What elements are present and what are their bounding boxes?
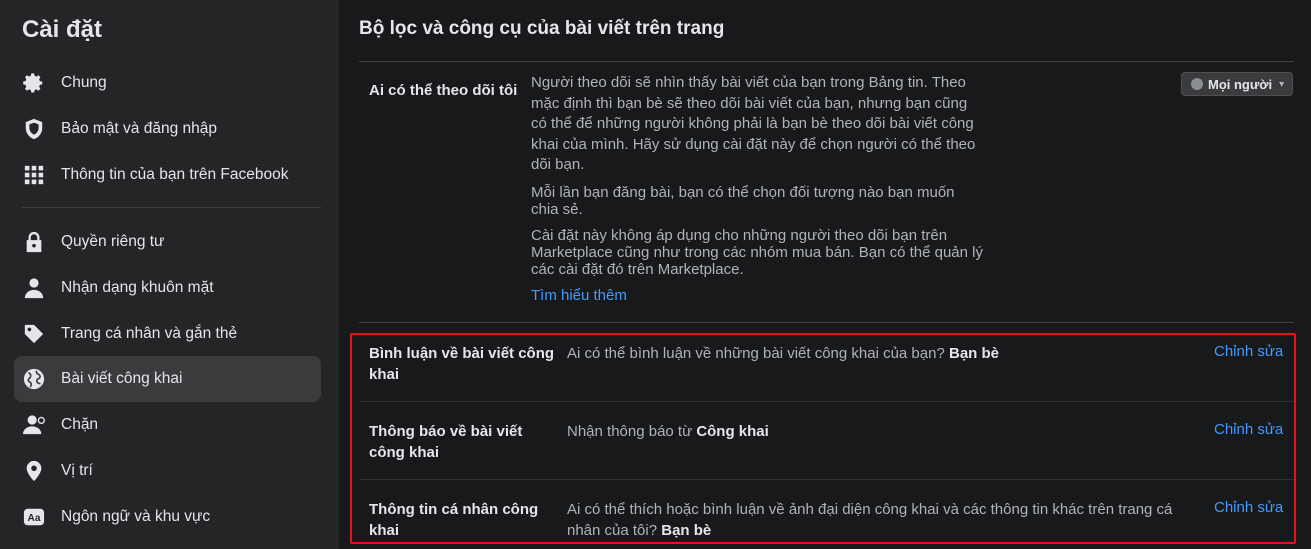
tag-icon — [22, 323, 46, 345]
edit-public-profile-info-button[interactable]: Chỉnh sửa — [1214, 499, 1283, 516]
lock-icon — [22, 231, 46, 253]
block-person-icon — [22, 414, 46, 436]
sidebar-item-label: Ngôn ngữ và khu vực — [61, 508, 211, 525]
globe-icon — [1191, 78, 1203, 90]
public-profile-info-value: Bạn bè — [661, 522, 712, 539]
sidebar-item-label: Quyền riêng tư — [61, 233, 165, 250]
follow-desc-paragraph-3: Cài đặt này không áp dụng cho những ngườ… — [531, 226, 983, 278]
sidebar-item-location[interactable]: Vị trí — [14, 448, 321, 494]
location-pin-icon — [22, 460, 46, 482]
follow-setting-label: Ai có thể theo dõi tôi — [369, 82, 518, 99]
settings-sidebar: Cài đặt Chung Bảo mật và đăng nhập Thông… — [0, 0, 339, 549]
sidebar-item-your-info[interactable]: Thông tin của bạn trên Facebook — [14, 152, 321, 198]
sidebar-item-security[interactable]: Bảo mật và đăng nhập — [14, 106, 321, 152]
gear-icon — [22, 72, 46, 94]
sidebar-item-label: Chung — [61, 74, 107, 91]
sidebar-item-label: Trang cá nhân và gắn thẻ — [61, 325, 238, 342]
sidebar-item-general[interactable]: Chung — [14, 60, 321, 106]
sidebar-divider — [22, 207, 321, 208]
sidebar-item-profile-tagging[interactable]: Trang cá nhân và gắn thẻ — [14, 311, 321, 357]
language-icon: Aa — [22, 506, 46, 528]
sidebar-item-label: Bài viết công khai — [61, 370, 183, 387]
public-post-notifications-value: Công khai — [696, 423, 769, 440]
public-post-notifications-description: Nhận thông báo từ Công khai — [567, 423, 769, 440]
follow-setting-description: Người theo dõi sẽ nhìn thấy bài viết của… — [531, 73, 986, 306]
section-divider — [359, 322, 1294, 323]
public-comments-label: Bình luận về bài viết công khai — [369, 345, 555, 383]
public-comments-value: Bạn bè — [948, 345, 999, 362]
sidebar-item-label: Vị trí — [61, 462, 93, 479]
page-title: Bộ lọc và công cụ của bài viết trên tran… — [359, 18, 725, 39]
caret-down-icon: ▾ — [1279, 78, 1285, 90]
sidebar-item-label: Nhận dạng khuôn mặt — [61, 279, 214, 296]
grid-icon — [22, 164, 46, 186]
public-comments-description: Ai có thể bình luận về những bài viết cô… — [567, 345, 999, 362]
sidebar-item-label: Chặn — [61, 416, 99, 433]
sidebar-item-face-recognition[interactable]: Nhận dạng khuôn mặt — [14, 265, 321, 311]
edit-public-comments-button[interactable]: Chỉnh sửa — [1214, 343, 1283, 360]
public-profile-info-description: Ai có thể thích hoặc bình luận về ảnh đạ… — [567, 501, 1173, 539]
public-profile-info-label: Thông tin cá nhân công khai — [369, 501, 539, 539]
public-post-notifications-label: Thông báo về bài viết công khai — [369, 423, 523, 461]
follow-desc-paragraph-2: Mỗi lần bạn đăng bài, bạn có thể chọn đố… — [531, 183, 955, 218]
title-divider — [359, 61, 1294, 62]
row-divider — [359, 401, 1294, 402]
edit-public-post-notifications-button[interactable]: Chỉnh sửa — [1214, 421, 1283, 438]
svg-text:Aa: Aa — [28, 513, 41, 524]
person-icon — [22, 277, 46, 299]
sidebar-item-public-posts[interactable]: Bài viết công khai — [14, 356, 321, 402]
audience-label: Mọi người — [1208, 76, 1273, 92]
sidebar-item-label: Bảo mật và đăng nhập — [61, 120, 217, 137]
row-divider — [359, 479, 1294, 480]
globe-icon — [22, 368, 46, 390]
audience-selector-button[interactable]: Mọi người ▾ — [1181, 72, 1293, 96]
sidebar-item-label: Thông tin của bạn trên Facebook — [61, 166, 289, 183]
sidebar-item-language[interactable]: Aa Ngôn ngữ và khu vực — [14, 494, 321, 540]
sidebar-title: Cài đặt — [22, 16, 103, 43]
shield-icon — [22, 118, 46, 140]
learn-more-link[interactable]: Tìm hiểu thêm — [531, 287, 627, 304]
sidebar-item-privacy[interactable]: Quyền riêng tư — [14, 219, 321, 265]
sidebar-item-blocking[interactable]: Chặn — [14, 402, 321, 448]
follow-desc-paragraph-1: Người theo dõi sẽ nhìn thấy bài viết của… — [531, 74, 976, 173]
